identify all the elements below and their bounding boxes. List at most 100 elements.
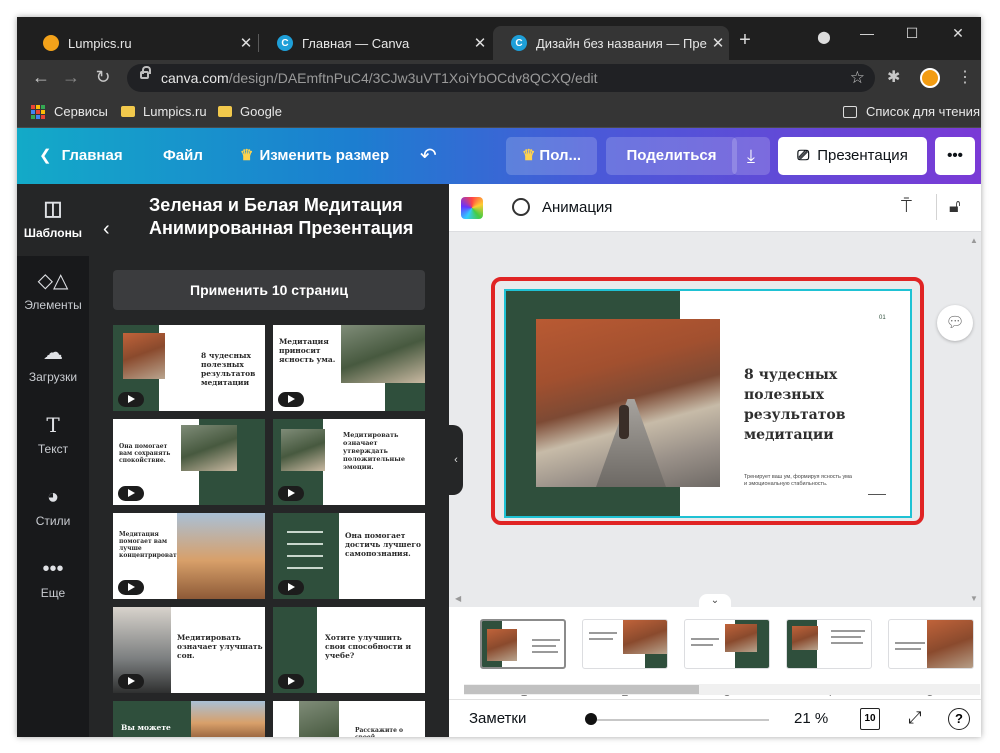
list-line xyxy=(287,531,323,533)
resize-button[interactable]: ♛ Изменить размер xyxy=(240,128,389,184)
slide-body-text[interactable]: Тренирует ваш ум, формируя ясность ума и… xyxy=(744,474,854,488)
animation-button[interactable]: Анимация xyxy=(542,199,612,216)
download-icon[interactable]: ⤓ xyxy=(732,137,770,175)
add-comment-icon[interactable]: 💬︎ xyxy=(937,305,973,341)
photo xyxy=(341,325,425,383)
scrollbar-thumb[interactable] xyxy=(464,685,699,694)
close-tab-icon[interactable]: ✕ xyxy=(235,34,257,52)
template-thumbnail[interactable]: Хотите улучшить свои способности и учебе… xyxy=(273,607,425,693)
close-tab-icon[interactable]: ✕ xyxy=(469,34,491,52)
bookmark-lumpics[interactable]: Lumpics.ru xyxy=(121,104,207,119)
maximize-icon[interactable]: ☐ xyxy=(897,25,927,42)
rail-elements[interactable]: ◇△ Элементы xyxy=(17,256,89,328)
new-tab-button[interactable]: + xyxy=(730,29,760,52)
bookmark-google[interactable]: Google xyxy=(218,104,282,119)
undo-icon[interactable]: ↶ xyxy=(420,128,437,184)
slide-number-text[interactable]: 01 xyxy=(879,315,886,321)
page-thumb-3[interactable] xyxy=(684,619,770,669)
photo xyxy=(191,701,265,737)
template-thumbnail[interactable]: Она помогает достичь лучшего самопознани… xyxy=(273,513,425,599)
tab-lumpics[interactable]: Lumpics.ru ✕ xyxy=(25,26,257,60)
slide-title[interactable]: 8 чудесных полезных результатов медитаци… xyxy=(744,365,894,445)
apps-icon xyxy=(31,104,45,119)
template-thumbnail[interactable]: Медитировать означает утверждать положит… xyxy=(273,419,425,505)
rail-text[interactable]: T Текст xyxy=(17,400,89,472)
browser-window: Lumpics.ru ✕ C Главная — Canva ✕ C Дизай… xyxy=(17,17,981,737)
page-thumb-4[interactable] xyxy=(786,619,872,669)
reading-list[interactable]: Список для чтения xyxy=(843,104,980,119)
template-thumbnail[interactable]: Медитация помогает вам лучше концентриро… xyxy=(113,513,265,599)
page-thumb-2[interactable] xyxy=(582,619,668,669)
color-picker-icon[interactable] xyxy=(461,197,483,219)
rail-more[interactable]: ••• Еще xyxy=(17,544,89,616)
notes-button[interactable]: Заметки xyxy=(469,710,526,727)
reload-icon[interactable]: ↻ xyxy=(91,67,115,88)
file-menu[interactable]: Файл xyxy=(163,128,203,184)
template-thumbnail[interactable]: Расскажите о своей xyxy=(273,701,425,737)
thumb-text xyxy=(532,651,558,653)
profile-avatar[interactable] xyxy=(920,68,940,88)
zoom-slider-knob[interactable] xyxy=(585,713,597,725)
template-thumbnail[interactable]: Она помогает вам сохранять спокойствие. xyxy=(113,419,265,505)
play-icon xyxy=(118,674,144,689)
forward-icon[interactable]: → xyxy=(59,67,83,88)
lumpics-favicon-icon xyxy=(43,35,59,51)
more-options-button[interactable]: ••• xyxy=(935,137,975,175)
tab-canva-home[interactable]: C Главная — Canva ✕ xyxy=(259,26,491,60)
page-count-icon[interactable]: 10 xyxy=(860,708,880,730)
help-icon[interactable]: ? xyxy=(948,708,970,730)
home-label: Главная xyxy=(61,147,123,164)
back-chevron-icon[interactable]: ‹ xyxy=(103,218,110,241)
template-thumbnail[interactable]: Вы можете xyxy=(113,701,265,737)
home-link[interactable]: ❮ Главная xyxy=(39,128,123,184)
paint-roller-icon[interactable]: ⍑ xyxy=(901,196,912,217)
tab-canva-design[interactable]: C Дизайн без названия — Презе ✕ xyxy=(493,26,729,60)
template-thumbnail[interactable]: 8 чудесных полезных результатов медитаци… xyxy=(113,325,265,411)
share-button[interactable]: Поделиться xyxy=(606,137,737,175)
green-panel xyxy=(645,654,667,668)
template-text: Вы можете xyxy=(121,723,171,732)
canyon-photo xyxy=(123,333,165,379)
rail-templates[interactable]: ◫ Шаблоны xyxy=(17,184,89,256)
thumb-photo xyxy=(725,624,757,652)
template-thumbnail[interactable]: Медитация приносит ясность ума. xyxy=(273,325,425,411)
editor-footer: Заметки 21 % 10 ⤢ ? xyxy=(449,699,981,737)
folder-icon xyxy=(218,106,232,117)
present-button[interactable]: ⎚ Презентация xyxy=(778,137,927,175)
horizontal-scrollbar[interactable] xyxy=(464,684,980,695)
chevron-down-icon[interactable]: ⌄ xyxy=(699,594,731,608)
page-thumb-5[interactable] xyxy=(888,619,974,669)
address-bar[interactable]: canva.com/design/DAEmftnPuC4/3CJw3uVT1Xo… xyxy=(127,64,875,92)
scroll-left-icon[interactable]: ◀ xyxy=(455,594,461,603)
zoom-slider[interactable] xyxy=(591,719,769,721)
template-text: Медитация помогает вам лучше концентриро… xyxy=(119,531,191,559)
apply-pages-button[interactable]: Применить 10 страниц xyxy=(113,270,425,310)
animation-icon[interactable] xyxy=(512,198,530,216)
scroll-up-icon[interactable]: ▲ xyxy=(970,236,978,245)
page-thumb-1[interactable] xyxy=(480,619,566,669)
shapes-icon: ◇△ xyxy=(37,270,69,292)
menu-icon[interactable]: ⋮ xyxy=(957,67,973,87)
bookmark-star-icon[interactable]: ☆ xyxy=(850,64,865,92)
scroll-down-icon[interactable]: ▼ xyxy=(970,594,978,603)
template-text: Хотите улучшить свои способности и учебе… xyxy=(325,633,412,660)
rail-uploads[interactable]: ☁ Загрузки xyxy=(17,328,89,400)
close-window-icon[interactable]: ✕ xyxy=(943,25,973,42)
bookmark-services[interactable]: Сервисы xyxy=(31,104,108,119)
canyon-photo[interactable] xyxy=(536,319,720,487)
bookmark-label: Google xyxy=(240,104,282,119)
slide-canvas[interactable]: 01 8 чудесных полезных результатов медит… xyxy=(504,289,912,518)
rail-styles[interactable]: ◕ Стили xyxy=(17,472,89,544)
template-thumbnail[interactable]: Медитировать означает улучшать сон. xyxy=(113,607,265,693)
minimize-icon[interactable]: — xyxy=(852,25,882,41)
pro-button[interactable]: ♛ Пол... xyxy=(506,137,597,175)
thumb-text xyxy=(589,638,613,640)
extensions-icon[interactable]: ✱ xyxy=(887,67,900,87)
close-tab-icon[interactable]: ✕ xyxy=(707,34,729,52)
fullscreen-icon[interactable]: ⤢ xyxy=(908,708,922,728)
zoom-level[interactable]: 21 % xyxy=(794,710,828,727)
tab-search-icon[interactable]: ⬤ xyxy=(809,30,839,44)
back-icon[interactable]: ← xyxy=(29,67,53,88)
collapse-panel-chevron-icon[interactable]: ‹ xyxy=(449,425,463,495)
lock-icon[interactable]: 🔓︎ xyxy=(949,196,961,217)
